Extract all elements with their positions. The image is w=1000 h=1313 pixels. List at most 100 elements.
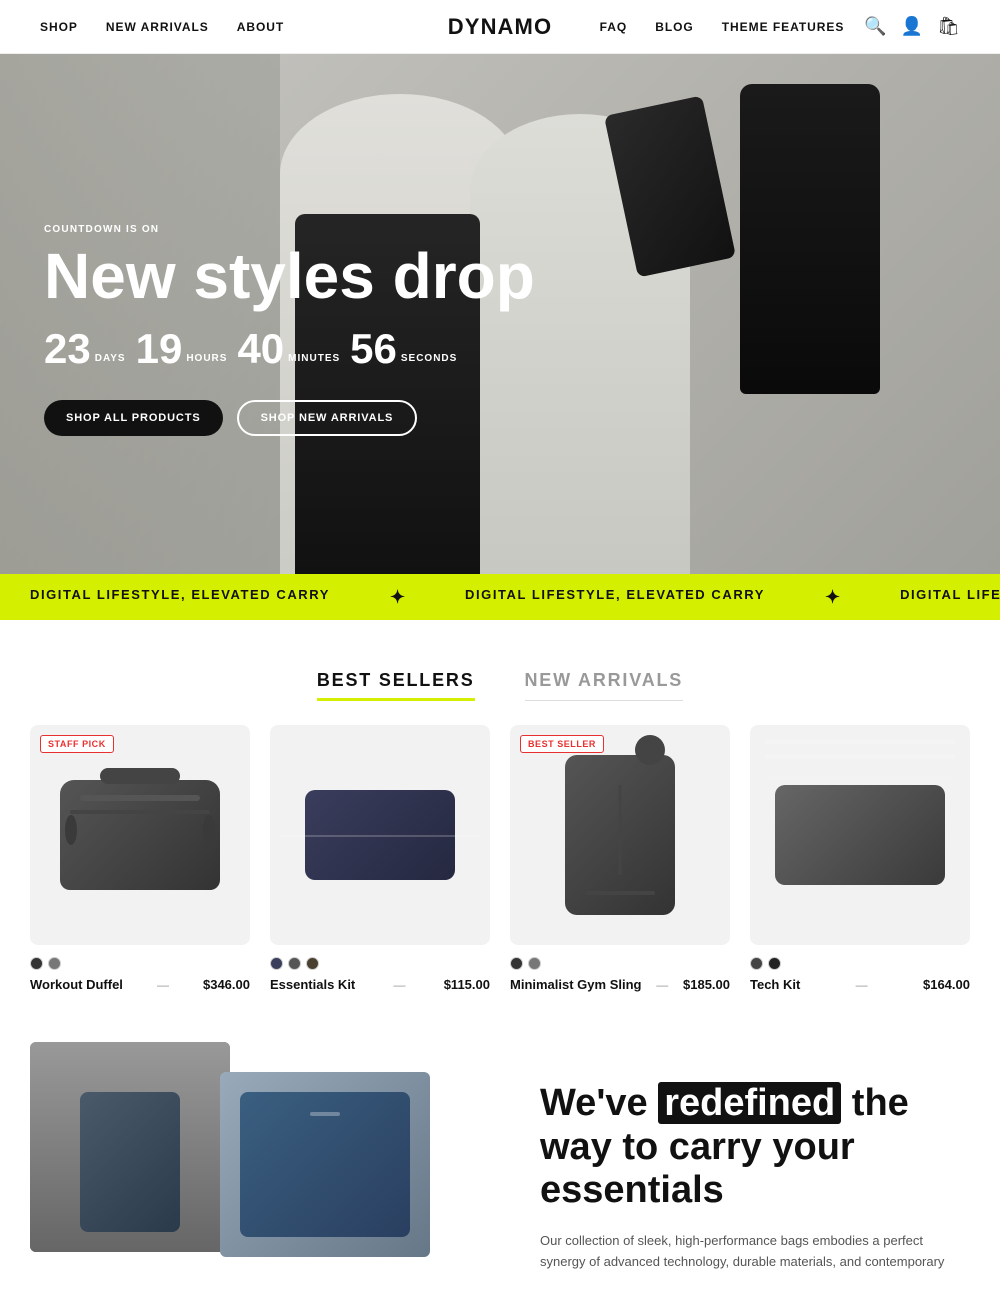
product-card-tech-kit[interactable]: Tech Kit — $164.00: [750, 725, 970, 992]
product-price-gym-sling: $185.00: [683, 977, 730, 992]
product-price-tech-kit: $164.00: [923, 977, 970, 992]
timer-seconds-num: 56: [350, 328, 397, 370]
ticker-inner: DIGITAL LIFESTYLE, ELEVATED CARRY ✦ DIGI…: [0, 587, 1000, 608]
timer-seconds-label: SECONDS: [401, 353, 457, 370]
product-dash: —: [656, 978, 668, 992]
bottom-headline: We've redefined the way to carry your es…: [540, 1082, 960, 1213]
ticker-text-1: DIGITAL LIFESTYLE, ELEVATED CARRY: [30, 587, 330, 608]
tab-best-sellers[interactable]: BEST SELLERS: [317, 670, 475, 701]
headline-highlight: redefined: [658, 1082, 841, 1124]
product-info-workout-duffel: Workout Duffel — $346.00: [30, 977, 250, 992]
hero-bag-backpack: [740, 84, 880, 394]
product-image-tech-kit: [750, 725, 970, 945]
bottom-body-text: Our collection of sleek, high-performanc…: [540, 1231, 960, 1273]
badge-staff-pick: STAFF PICK: [40, 735, 114, 753]
bottom-image-person: [30, 1042, 230, 1252]
nav-link-faq[interactable]: FAQ: [600, 20, 628, 34]
product-info-tech-kit: Tech Kit — $164.00: [750, 977, 970, 992]
bottom-text: We've redefined the way to carry your es…: [490, 1042, 1000, 1313]
product-image-essentials-kit: [270, 725, 490, 945]
ticker-dot-1: ✦: [390, 587, 405, 608]
ticker-text-2: DIGITAL LIFESTYLE, ELEVATED CARRY: [465, 587, 765, 608]
timer-days: 23 DAYS: [44, 328, 126, 370]
color-dot: [528, 957, 541, 970]
product-info-essentials-kit: Essentials Kit — $115.00: [270, 977, 490, 992]
product-techkit-shape: [775, 785, 945, 885]
nav-right-links: FAQ BLOG THEME FEATURES: [600, 20, 845, 34]
product-card-gym-sling[interactable]: BEST SELLER Minimalist Gym Sling — $185.…: [510, 725, 730, 992]
headline-pre: We've: [540, 1082, 648, 1124]
nav-left: SHOP NEW ARRIVALS ABOUT: [40, 20, 284, 34]
hero-content: COUNTDOWN IS ON New styles drop 23 DAYS …: [44, 224, 535, 436]
nav-link-about[interactable]: ABOUT: [237, 20, 284, 34]
badge-best-seller: BEST SELLER: [520, 735, 604, 753]
timer-minutes-label: MINUTES: [288, 353, 340, 370]
nav-link-shop[interactable]: SHOP: [40, 20, 78, 34]
product-dash: —: [157, 978, 169, 992]
nav-icons: 🔍 👤 🛍: [864, 16, 960, 37]
product-colors-tech-kit: [750, 957, 970, 970]
tab-new-arrivals[interactable]: NEW ARRIVALS: [525, 670, 684, 701]
product-image-workout-duffel: STAFF PICK: [30, 725, 250, 945]
product-name-essentials-kit: Essentials Kit: [270, 977, 355, 992]
shop-new-arrivals-button[interactable]: SHOP NEW ARRIVALS: [237, 400, 418, 436]
timer-minutes-num: 40: [237, 328, 284, 370]
product-dash: —: [393, 978, 405, 992]
color-dot: [288, 957, 301, 970]
color-dot: [306, 957, 319, 970]
color-dot: [48, 957, 61, 970]
product-name-gym-sling: Minimalist Gym Sling: [510, 977, 641, 992]
hero-section: COUNTDOWN IS ON New styles drop 23 DAYS …: [0, 54, 1000, 574]
timer-days-num: 23: [44, 328, 91, 370]
product-duffle-shape: [60, 780, 220, 890]
navbar: SHOP NEW ARRIVALS ABOUT DYNAMO FAQ BLOG …: [0, 0, 1000, 54]
hero-timer: 23 DAYS 19 HOURS 40 MINUTES 56 SECONDS: [44, 328, 535, 370]
product-colors-essentials-kit: [270, 957, 490, 970]
color-dot: [510, 957, 523, 970]
product-info-gym-sling: Minimalist Gym Sling — $185.00: [510, 977, 730, 992]
site-logo[interactable]: DYNAMO: [448, 14, 552, 40]
color-dot: [30, 957, 43, 970]
product-tabs-section: BEST SELLERS NEW ARRIVALS: [0, 620, 1000, 701]
timer-hours-num: 19: [136, 328, 183, 370]
color-dot: [768, 957, 781, 970]
search-icon[interactable]: 🔍: [864, 16, 886, 37]
timer-days-label: DAYS: [95, 353, 126, 370]
hero-buttons: SHOP ALL PRODUCTS SHOP NEW ARRIVALS: [44, 400, 535, 436]
color-dot: [270, 957, 283, 970]
bottom-image-kit: [220, 1072, 430, 1257]
product-price-essentials-kit: $115.00: [444, 977, 490, 992]
tab-buttons: BEST SELLERS NEW ARRIVALS: [40, 670, 960, 701]
bottom-images: [0, 1042, 490, 1262]
color-dot: [750, 957, 763, 970]
nav-link-theme-features[interactable]: THEME FEATURES: [722, 20, 845, 34]
timer-minutes: 40 MINUTES: [237, 328, 340, 370]
product-name-workout-duffel: Workout Duffel: [30, 977, 123, 992]
product-price-workout-duffel: $346.00: [203, 977, 250, 992]
product-sling-shape: [565, 755, 675, 915]
product-colors-workout-duffel: [30, 957, 250, 970]
nav-link-blog[interactable]: BLOG: [655, 20, 694, 34]
nav-right: FAQ BLOG THEME FEATURES 🔍 👤 🛍: [600, 16, 960, 37]
countdown-label: COUNTDOWN IS ON: [44, 224, 535, 235]
product-essentials-shape: [305, 790, 455, 880]
product-image-gym-sling: BEST SELLER: [510, 725, 730, 945]
product-card-workout-duffel[interactable]: STAFF PICK Workout Duffel — $346.00: [30, 725, 250, 992]
nav-link-new-arrivals[interactable]: NEW ARRIVALS: [106, 20, 209, 34]
products-grid: STAFF PICK Workout Duffel — $346.00: [0, 701, 1000, 1042]
bottom-section: We've redefined the way to carry your es…: [0, 1042, 1000, 1313]
ticker-dot-2: ✦: [825, 587, 840, 608]
product-name-tech-kit: Tech Kit: [750, 977, 800, 992]
shop-all-products-button[interactable]: SHOP ALL PRODUCTS: [44, 400, 223, 436]
cart-icon[interactable]: 🛍: [937, 16, 960, 37]
product-dash: —: [856, 978, 868, 992]
product-card-essentials-kit[interactable]: Essentials Kit — $115.00: [270, 725, 490, 992]
hero-title: New styles drop: [44, 243, 535, 310]
account-icon[interactable]: 👤: [901, 16, 923, 37]
product-colors-gym-sling: [510, 957, 730, 970]
ticker-bar: DIGITAL LIFESTYLE, ELEVATED CARRY ✦ DIGI…: [0, 574, 1000, 620]
timer-hours: 19 HOURS: [136, 328, 228, 370]
timer-seconds: 56 SECONDS: [350, 328, 457, 370]
ticker-text-3: DIGITAL LIFESTYLE, ELEVATED CARRY: [900, 587, 1000, 608]
timer-hours-label: HOURS: [186, 353, 227, 370]
